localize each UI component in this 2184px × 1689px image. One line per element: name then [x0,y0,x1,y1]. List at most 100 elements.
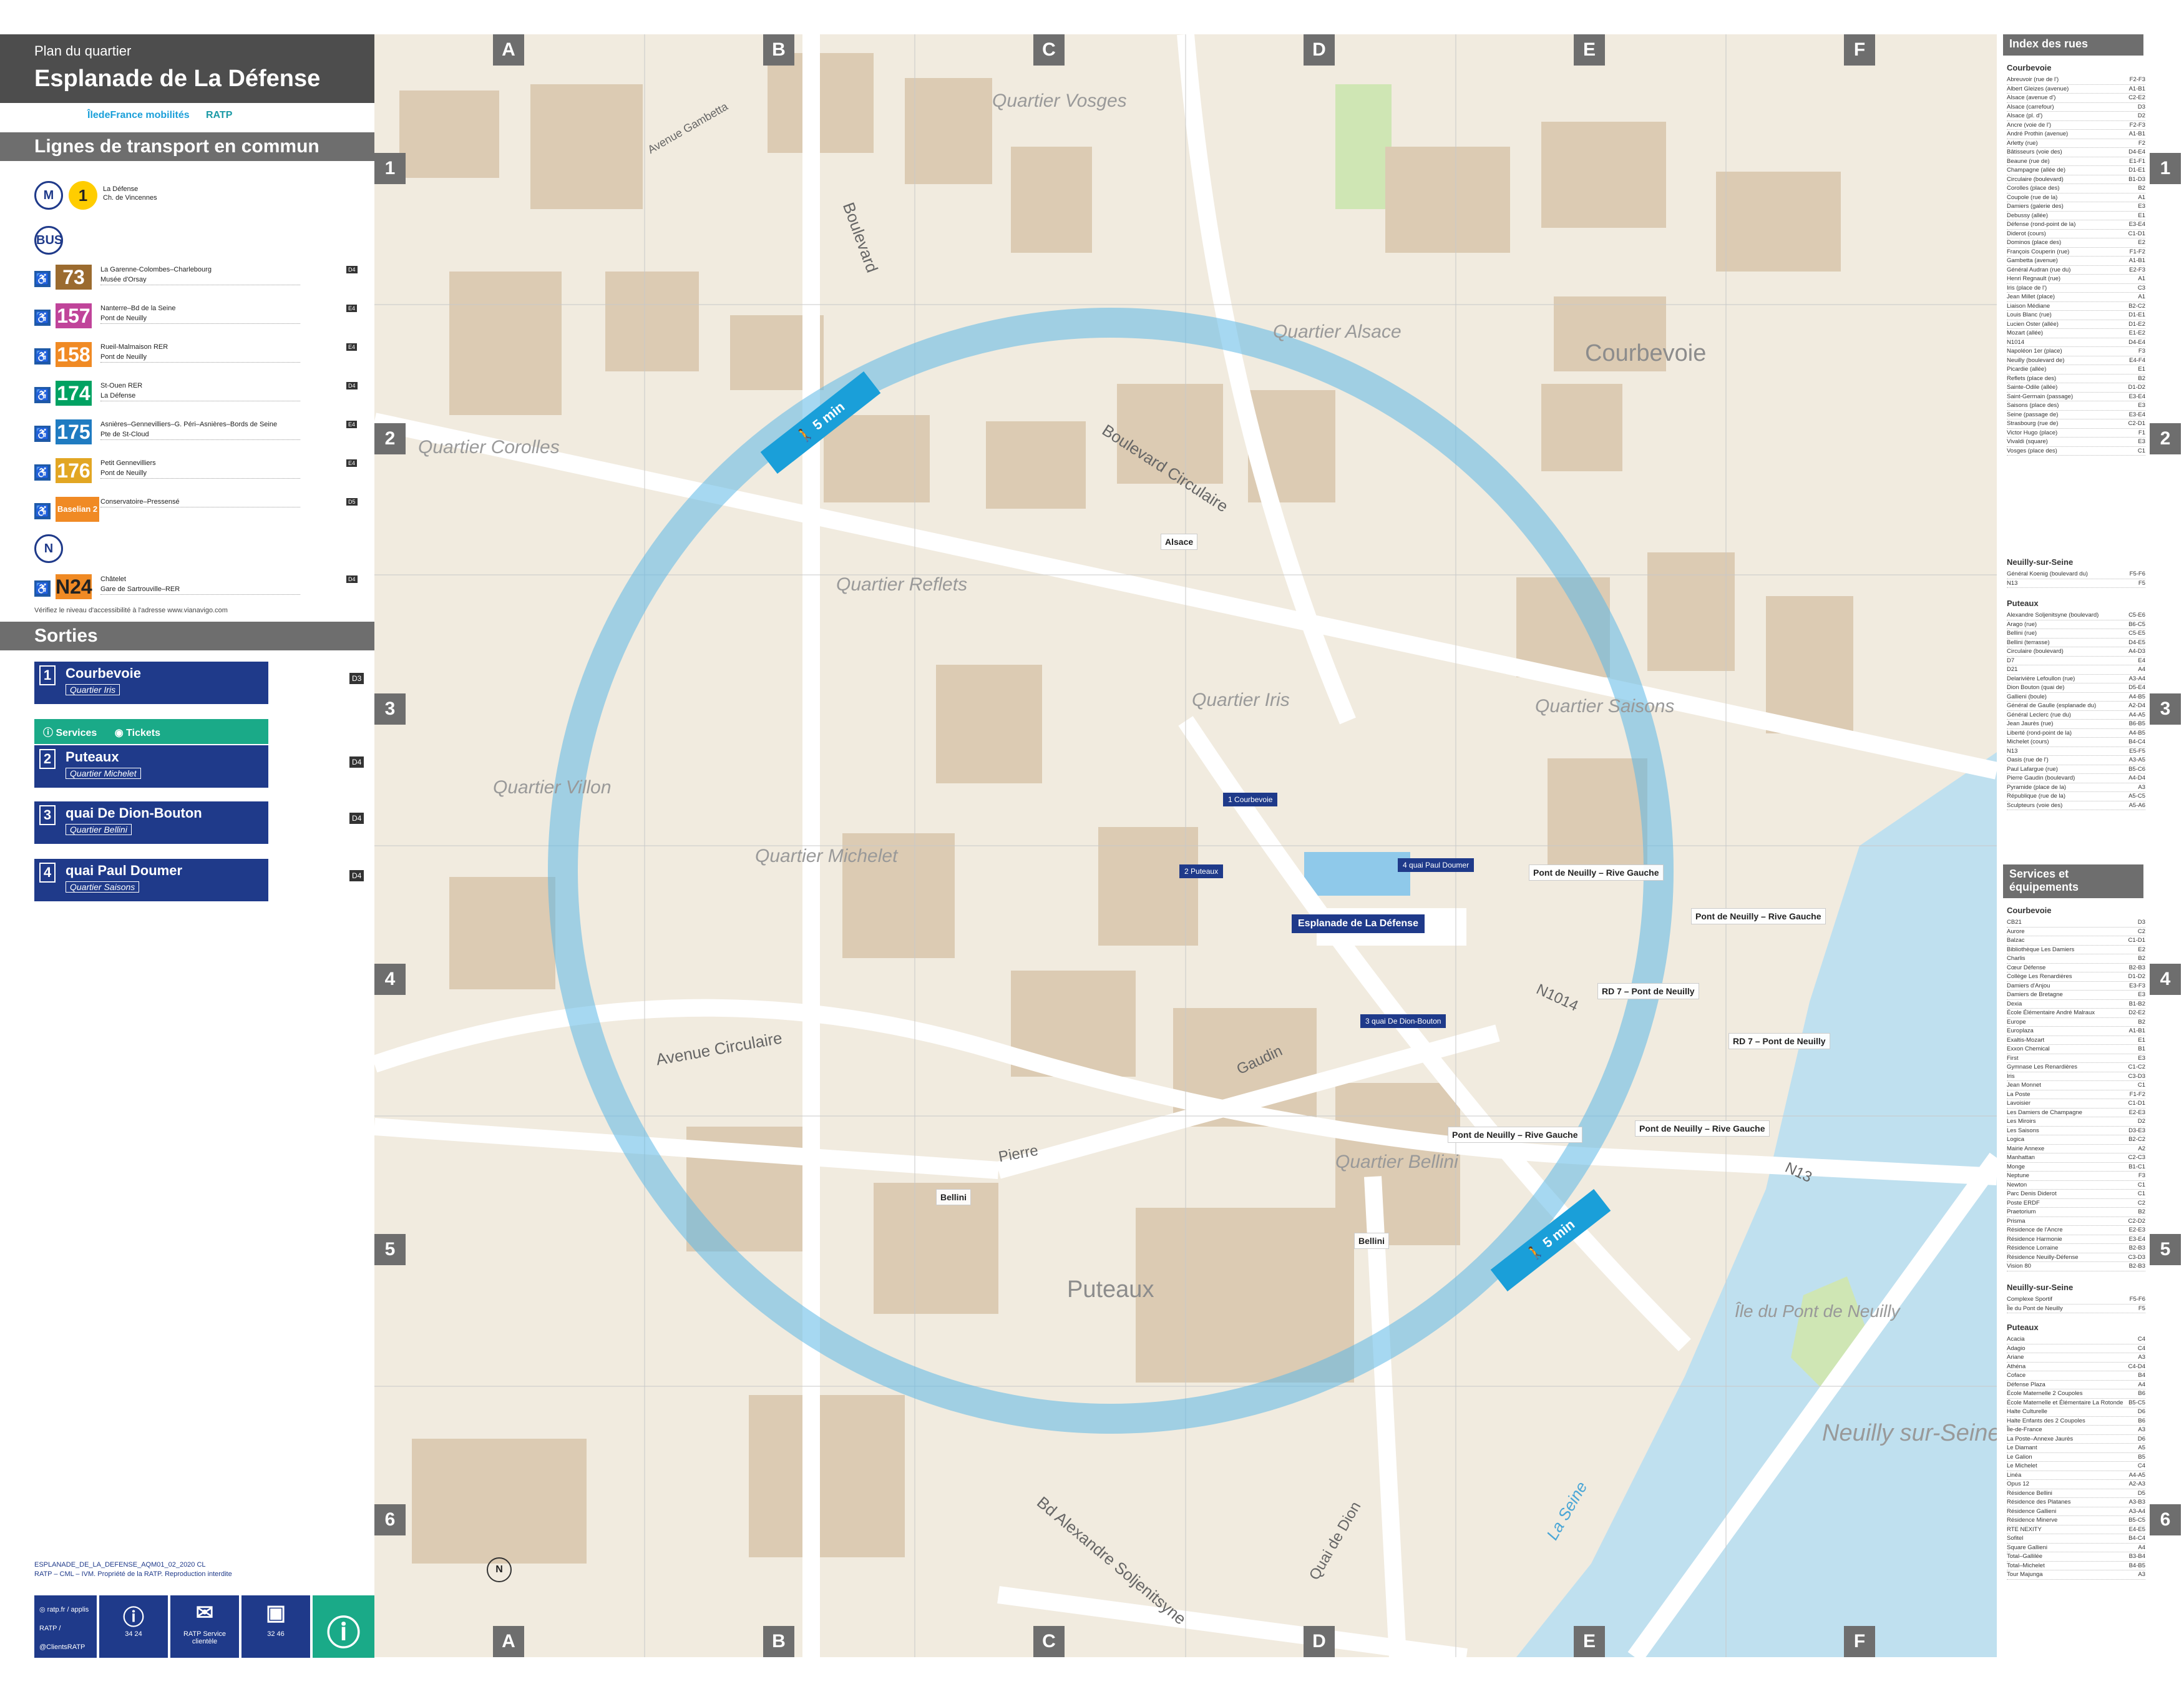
exit-4[interactable]: 4 quai Paul Doumer Quartier Saisons [34,859,268,901]
map-exit-2[interactable]: 2 Puteaux [1179,864,1224,878]
bus-stop-pont-neuilly-2[interactable]: Pont de Neuilly – Rive Gauche [1691,908,1826,924]
index-item-ref: C5-E6 [2128,612,2145,619]
services-label: Services [56,728,97,738]
exit-2[interactable]: 2 Puteaux Quartier Michelet [34,745,268,788]
index-item: Poste ERDF C2 [2007,1199,2145,1208]
info-phone-cell[interactable]: ⓘ 34 24 [99,1595,168,1658]
index-item: Newton C1 [2007,1181,2145,1190]
index-item-ref: A3-A5 [2128,756,2145,763]
index-item-name: Henri Regnault (rue) [2007,275,2061,282]
bus-stop-alsace[interactable]: Alsace [1161,534,1198,550]
index-item: Gallieni (boule) A4-B5 [2007,693,2145,702]
line-ref: E4 [346,305,358,312]
map-exit-1[interactable]: 1 Courbevoie [1223,793,1278,806]
stop-name: RD 7 – Pont de Neuilly [1733,1036,1826,1046]
bus-stop-pont-neuilly[interactable]: Pont de Neuilly – Rive Gauche [1529,864,1664,881]
exit-name: quai Paul Doumer [66,863,183,878]
bus-stop-rd7[interactable]: RD 7 – Pont de Neuilly [1597,983,1699,999]
station-label[interactable]: Esplanade de La Défense [1292,914,1425,933]
grid-row-label: 1 [374,153,406,184]
map-canvas[interactable] [374,34,1997,1657]
parc-diderot [1335,84,1392,209]
index-item-name: First [2007,1054,2019,1062]
ratp-web-cell[interactable]: ◎ ratp.fr / applis RATP / @ClientsRATP [34,1595,97,1658]
index-item: Île-de-France A3 [2007,1426,2145,1435]
ticket-icon: ◉ [114,728,127,738]
index-item-ref: E3-F3 [2129,982,2145,989]
globe-icon: ◎ [39,1606,47,1613]
accessibility-note: Vérifiez le niveau d'accessibilité à l'a… [34,607,228,614]
index-item-ref: E4-E5 [2128,1525,2145,1533]
index-panel: Index des rues Courbevoie Abreuvoir (rue… [1997,34,2184,1657]
index-item-name: Champagne (allée de) [2007,167,2066,174]
bus-stop-bellini[interactable]: Bellini [936,1189,972,1205]
index-item: Sainte-Odile (allée) D1-D2 [2007,383,2145,393]
tickets-label: Tickets [126,728,161,738]
index-item-name: Athéna [2007,1363,2026,1370]
index-item-ref: C4 [2137,1462,2145,1469]
grid-row-label: 4 [2150,964,2181,995]
district-label: Quartier Iris [1192,690,1290,710]
exit-3[interactable]: 3 quai De Dion-Bouton Quartier Bellini [34,801,268,844]
bus-stop-bellini-2[interactable]: Bellini [1354,1233,1390,1249]
lost-property-cell[interactable]: ▣ 32 46 [241,1595,310,1658]
services-puteaux-head: Puteaux [2007,1323,2039,1332]
index-item-name: Albert Gleizes (avenue) [2007,85,2069,92]
index-item-ref: A4-A5 [2128,1471,2145,1479]
line-text: Châtelet Gare de Sartrouville–RER [100,574,300,595]
index-item: Bibliothèque Les Damiers E2 [2007,946,2145,954]
index-item-ref: C5-E5 [2128,630,2145,637]
index-item: Diderot (cours) C1-D1 [2007,230,2145,238]
index-item-name: Arago (rue) [2007,620,2037,628]
exit-1[interactable]: 1 Courbevoie Quartier Iris [34,662,268,704]
index-item: Le Galion B5 [2007,1453,2145,1462]
index-item-name: Sculpteurs (voie des) [2007,801,2063,809]
index-item: Picardie (allée) E1 [2007,365,2145,375]
exit-name: quai De Dion-Bouton [66,805,202,821]
transport-heading: Lignes de transport en commun [0,132,374,161]
index-item: Athéna C4-D4 [2007,1363,2145,1371]
map-exit-3[interactable]: 3 quai De Dion-Bouton [1360,1014,1446,1028]
accessibility-icon: ♿ [34,464,51,481]
index-item-name: Debussy (allée) [2007,212,2048,219]
grid-row-label: 4 [374,964,406,995]
index-item-ref: B5-C5 [2128,1517,2145,1524]
index-item: Square Gallieni A4 [2007,1544,2145,1552]
index-item-ref: A4-D3 [2128,648,2145,655]
index-item: Le Diamant A5 [2007,1444,2145,1453]
exit-number: 2 [1184,867,1189,876]
bus-stop-pont-neuilly-4[interactable]: Pont de Neuilly – Rive Gauche [1635,1120,1770,1137]
index-item-ref: B6-C5 [2128,620,2145,628]
index-item-ref: B4-C4 [2128,738,2145,745]
index-item: Exaltis-Mozart E1 [2007,1036,2145,1045]
accessibility-info-cell[interactable]: ⓘ [313,1595,374,1658]
bus-stop-rd7-2[interactable]: RD 7 – Pont de Neuilly [1728,1033,1830,1049]
mail-cell[interactable]: ✉ RATP Service clientèle [170,1595,239,1658]
index-item-name: Les Miroirs [2007,1118,2036,1125]
map[interactable]: ABCDEF ABCDEF 123456 🚶 5 min 🚶 5 min Qua… [374,34,2001,1657]
district-label: Quartier Bellini [1335,1152,1458,1172]
index-item-ref: E1 [2138,1036,2145,1044]
index-item: Linéa A4-A5 [2007,1471,2145,1480]
line-badge: 174 [56,381,92,406]
exit-ref: D4 [349,870,364,881]
line-ref: E4 [346,343,358,351]
services-tickets-bar[interactable]: ⓘ Services ◉ Tickets [34,719,268,744]
index-item: Cœur Défense B2-B3 [2007,964,2145,972]
line-ref: D4 [346,382,358,389]
index-item-name: Aurore [2007,928,2025,935]
index-item-ref: C2-D2 [2128,1217,2145,1225]
index-item-ref: E3 [2138,991,2145,998]
index-item-ref: A5-A6 [2128,801,2145,809]
map-exit-4[interactable]: 4 quai Paul Doumer [1398,858,1475,872]
index-item-ref: B4-C4 [2128,1535,2145,1542]
exit-name: Puteaux [1191,867,1219,876]
index-item-ref: C4 [2137,1344,2145,1352]
index-item: Total–Gallilée B3-B4 [2007,1552,2145,1562]
line-badge: 158 [56,342,92,367]
index-item-ref: D1-D2 [2128,384,2145,391]
index-item-name: Vosges (place des) [2007,447,2057,454]
index-item-name: Cœur Défense [2007,964,2046,971]
index-item-name: Dominos (place des) [2007,239,2062,246]
bus-stop-pont-neuilly-3[interactable]: Pont de Neuilly – Rive Gauche [1448,1127,1582,1143]
